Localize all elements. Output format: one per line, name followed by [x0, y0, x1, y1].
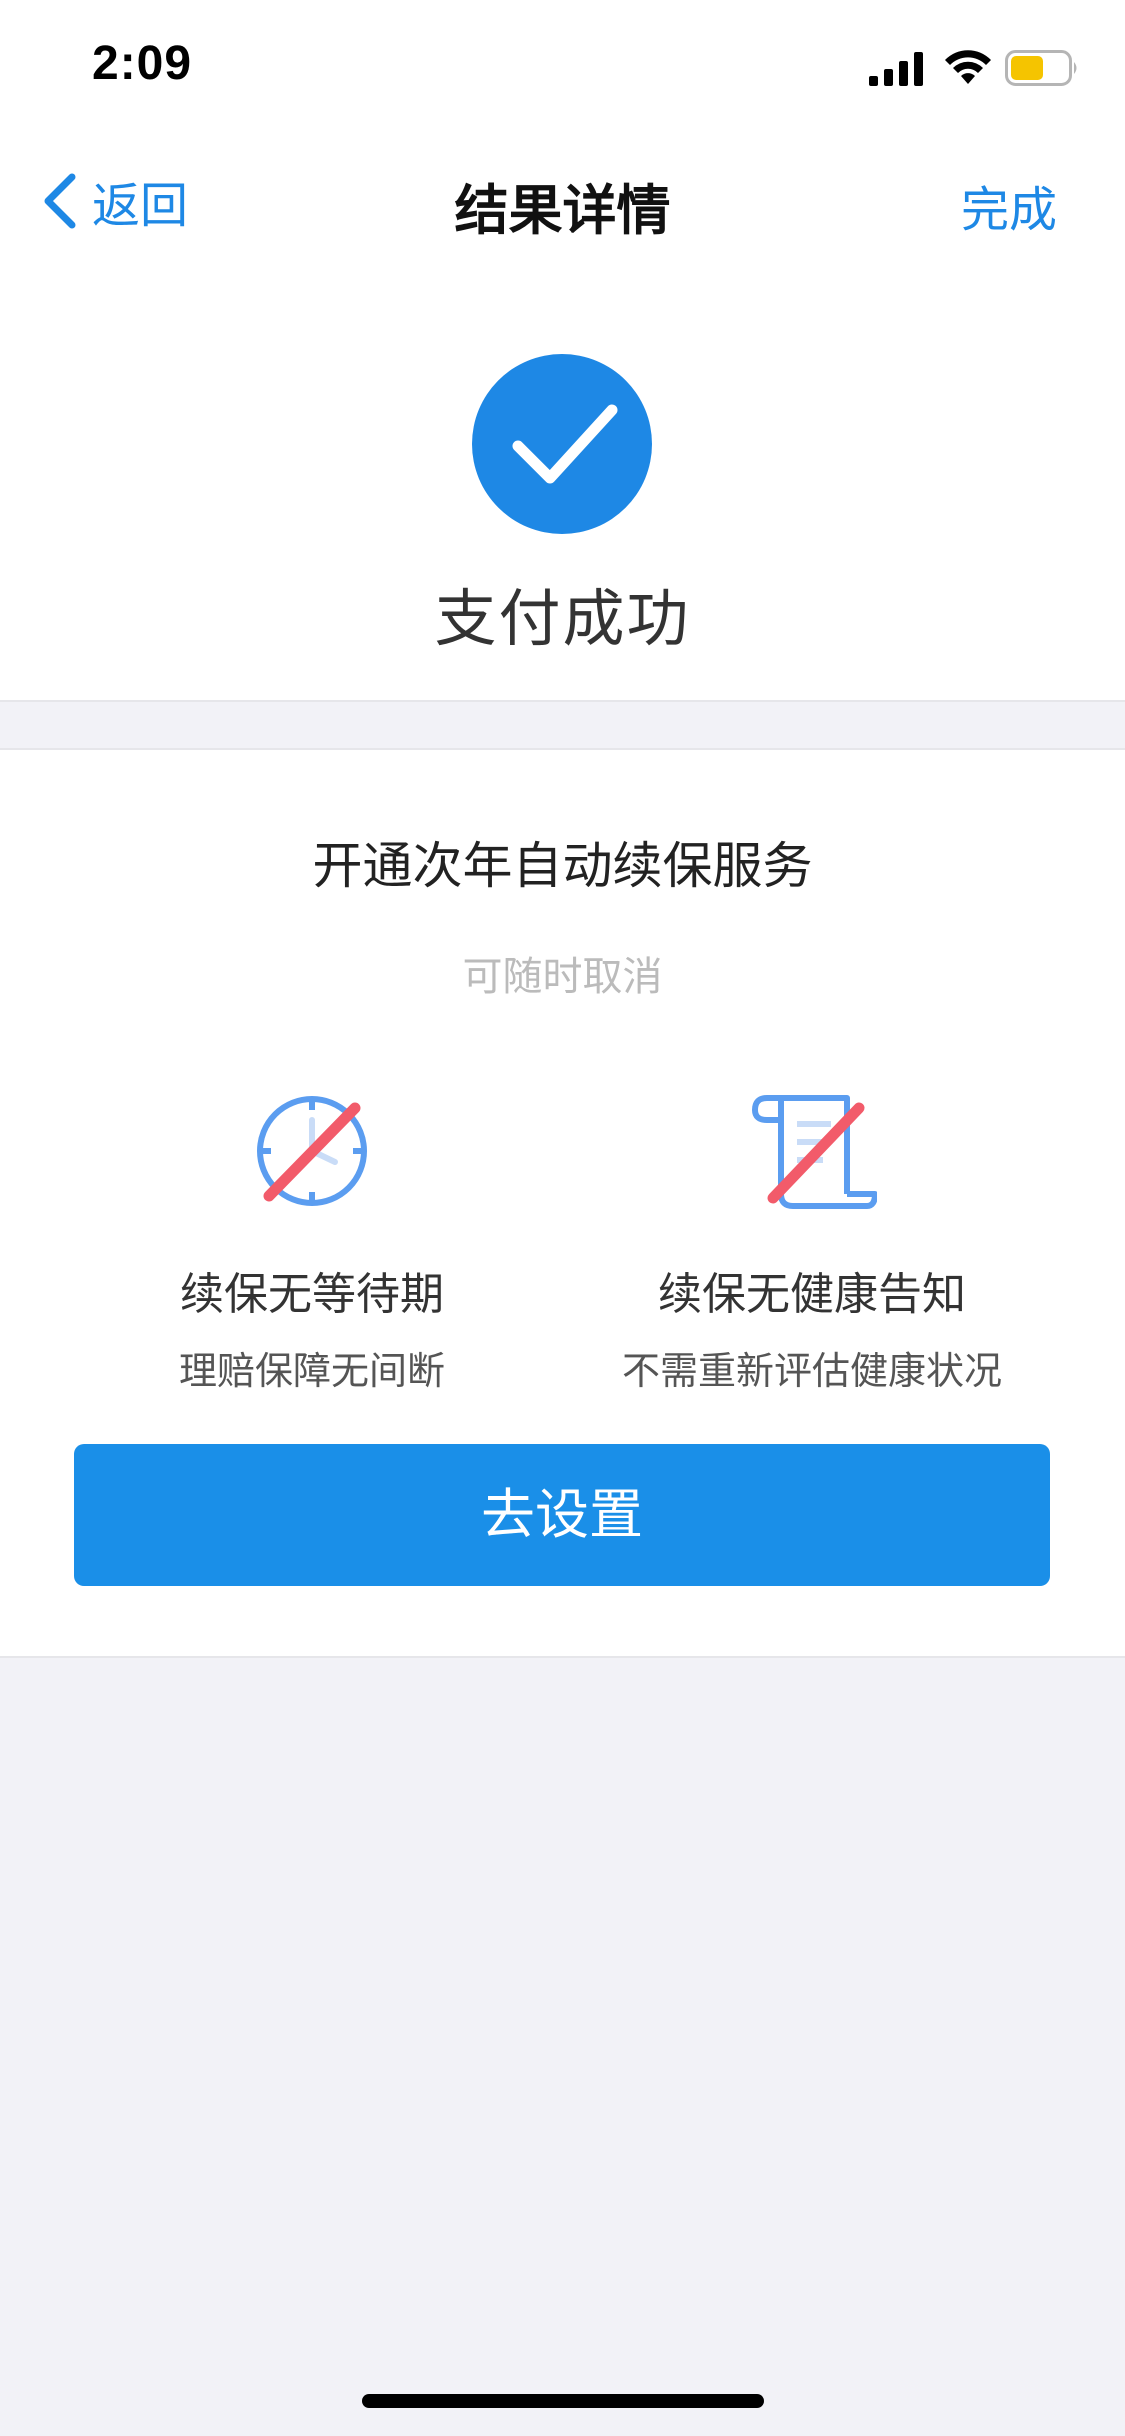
signal-icon	[869, 52, 923, 86]
status-time: 2:09	[92, 37, 193, 90]
go-settings-button[interactable]: 去设置	[74, 1444, 1050, 1586]
nav-bar: 返回 结果详情 完成	[0, 140, 1125, 260]
wifi-icon	[945, 50, 991, 84]
payment-success-section: 支付成功	[0, 260, 1125, 702]
feature-desc: 理赔保障无间断	[178, 1349, 445, 1393]
renewal-subtitle: 可随时取消	[462, 954, 663, 1000]
renewal-title: 开通次年自动续保服务	[312, 837, 813, 895]
battery-icon	[1005, 50, 1077, 86]
feature-title: 续保无等待期	[180, 1269, 444, 1320]
checkmark-circle-icon	[472, 354, 652, 534]
done-button[interactable]: 完成	[961, 170, 1057, 240]
feature-no-health-notice: 续保无健康告知 不需重新评估健康状况	[572, 1086, 1052, 1395]
clock-crossed-icon	[257, 1096, 367, 1206]
status-bar: 2:09	[0, 0, 1125, 140]
payment-success-text: 支付成功	[434, 582, 691, 655]
home-indicator[interactable]	[362, 2394, 764, 2408]
auto-renewal-section: 开通次年自动续保服务 可随时取消 续保无等待期 理赔保障无间断 续保无健康告知 …	[0, 748, 1125, 1658]
screen: 2:09 返回 结果详情 完成 支付成功 开通次年自动续保服务 可随时取消 续保…	[0, 0, 1125, 2436]
feature-no-waiting-period: 续保无等待期 理赔保障无间断	[72, 1086, 552, 1395]
page-title: 结果详情	[454, 179, 671, 242]
scroll-crossed-icon	[752, 1095, 877, 1209]
feature-desc: 不需重新评估健康状况	[621, 1349, 1002, 1393]
feature-title: 续保无健康告知	[658, 1269, 966, 1320]
